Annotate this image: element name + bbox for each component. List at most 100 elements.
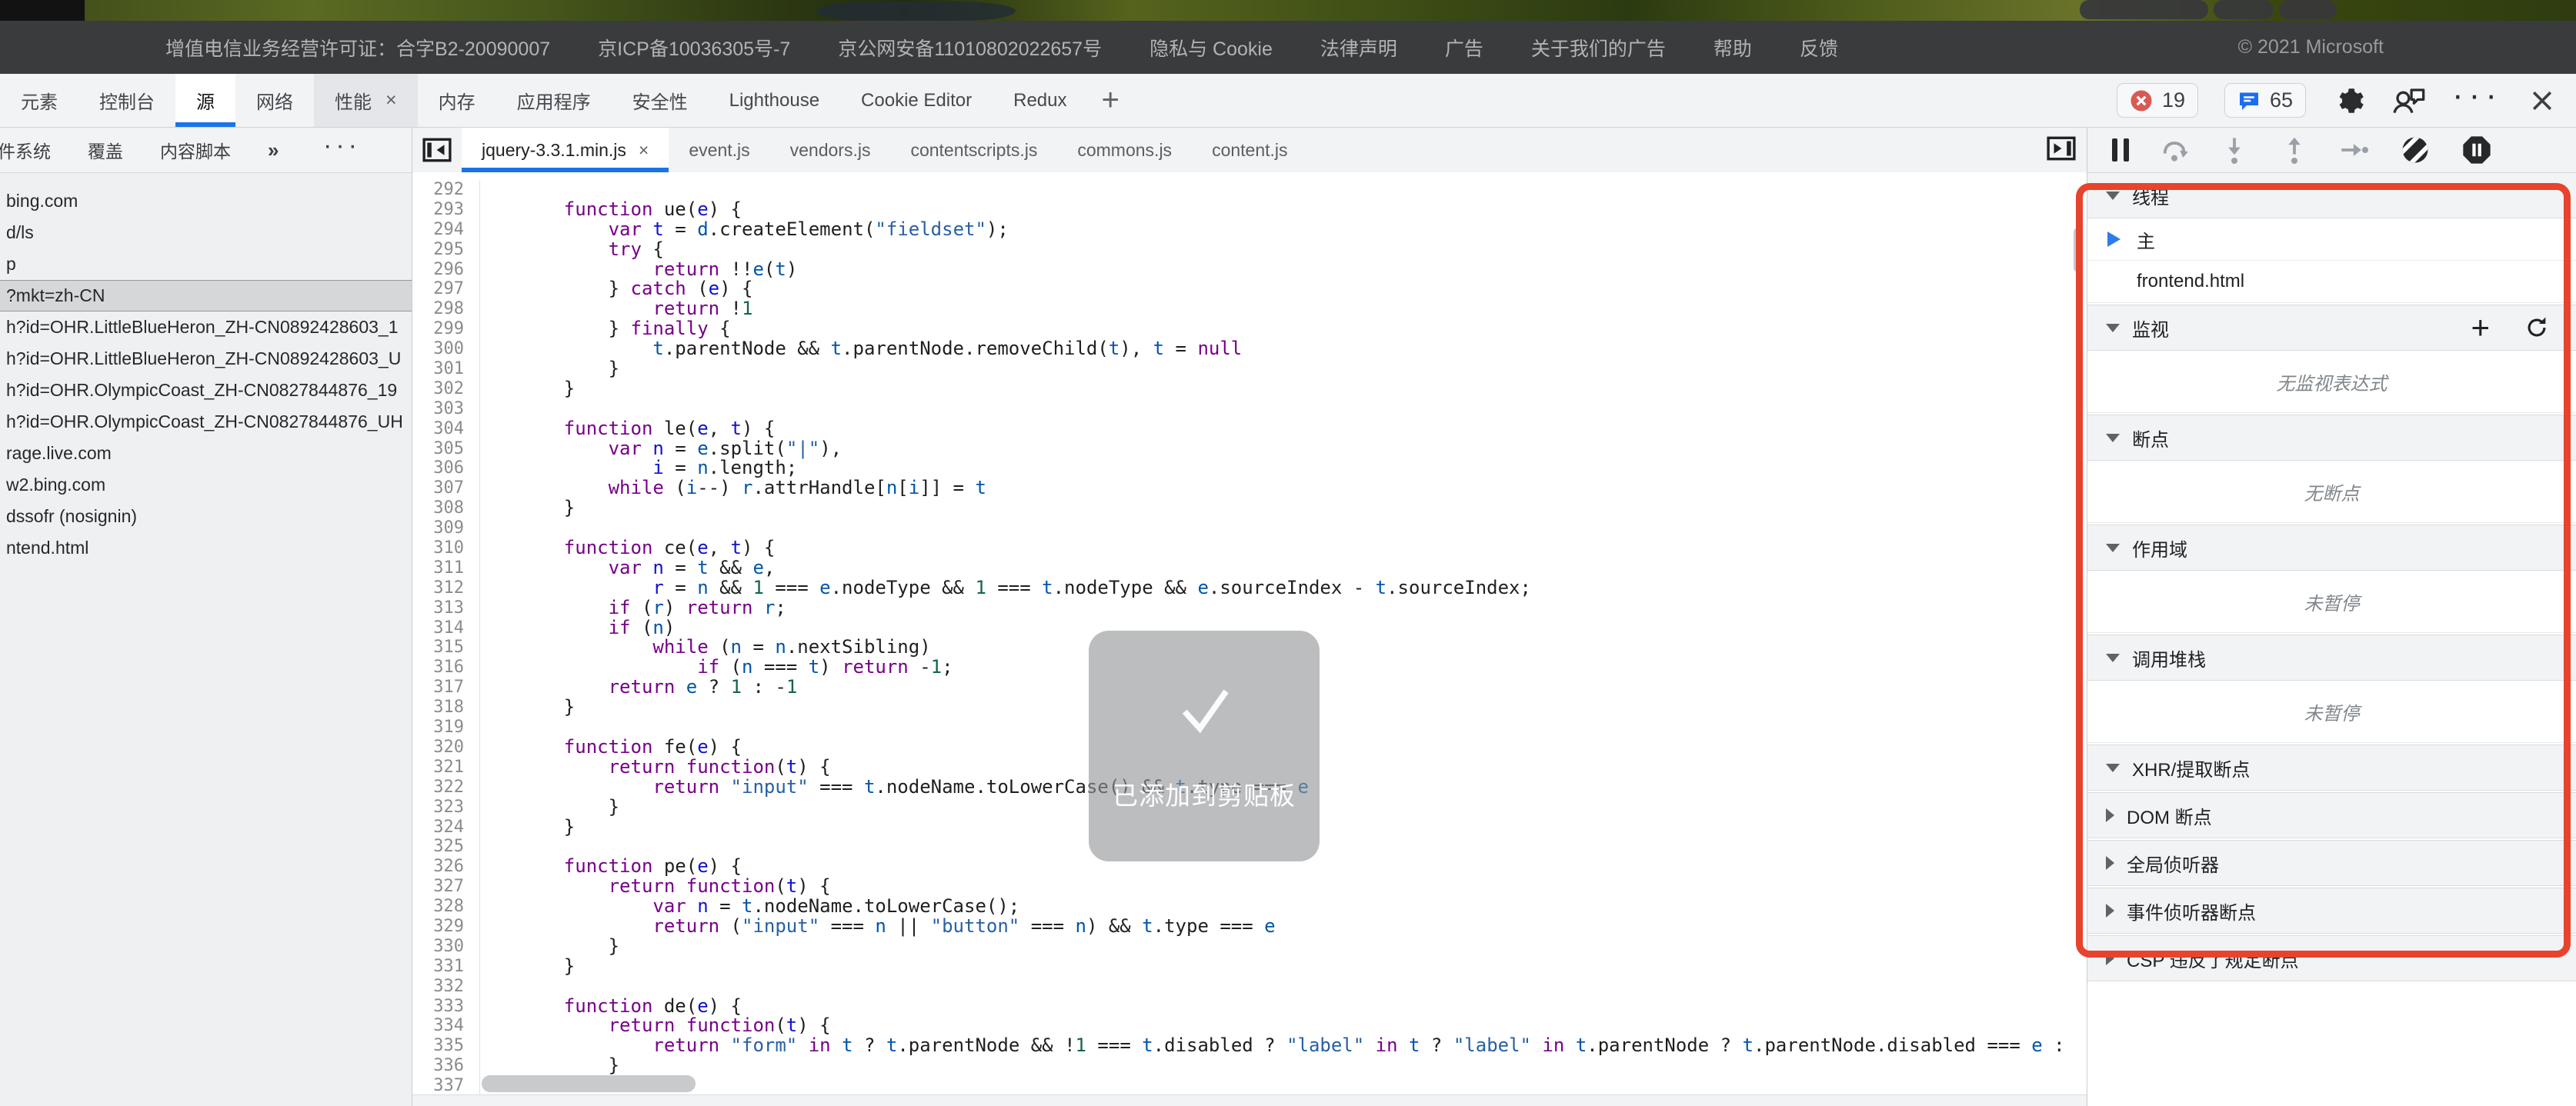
editor-tab-content[interactable]: content.js xyxy=(1192,128,1307,172)
tab-security[interactable]: 安全性 xyxy=(612,74,709,127)
line-number[interactable]: 325 xyxy=(412,837,480,857)
vertical-scrollbar[interactable] xyxy=(2074,228,2083,272)
line-number[interactable]: 311 xyxy=(412,558,480,578)
file-item[interactable]: h?id=OHR.OlympicCoast_ZH-CN0827844876_19 xyxy=(0,375,412,406)
line-number[interactable]: 335 xyxy=(412,1036,480,1056)
navigator-tab-overrides[interactable]: 覆盖 xyxy=(88,137,123,163)
file-item[interactable]: d/ls xyxy=(0,217,412,248)
tab-redux[interactable]: Redux xyxy=(993,74,1087,127)
editor-tab-contentscripts[interactable]: contentscripts.js xyxy=(890,128,1057,172)
line-number[interactable]: 314 xyxy=(412,618,480,638)
line-number[interactable]: 319 xyxy=(412,718,480,738)
line-number[interactable]: 334 xyxy=(412,1016,480,1036)
line-number[interactable]: 294 xyxy=(412,220,480,240)
line-number[interactable]: 317 xyxy=(412,678,480,698)
line-number[interactable]: 320 xyxy=(412,738,480,758)
tab-sources[interactable]: 源 xyxy=(175,74,235,127)
line-number[interactable]: 303 xyxy=(412,399,480,419)
section-header-csp-violation-breakpoints[interactable]: CSP 违反了规定断点 xyxy=(2087,935,2576,981)
file-item[interactable]: h?id=OHR.LittleBlueHeron_ZH-CN0892428603… xyxy=(0,343,412,375)
tab-performance[interactable]: 性能 × xyxy=(314,74,418,127)
watch-add-icon[interactable]: + xyxy=(2471,316,2490,339)
editor-tab-event[interactable]: event.js xyxy=(669,128,769,172)
watch-refresh-icon[interactable] xyxy=(2524,315,2550,341)
tab-application[interactable]: 应用程序 xyxy=(496,74,612,127)
section-header-event-listener-breakpoints[interactable]: 事件侦听器断点 xyxy=(2087,888,2576,934)
tab-cookie-editor[interactable]: Cookie Editor xyxy=(840,74,993,127)
line-number[interactable]: 337 xyxy=(412,1076,480,1095)
thread-item[interactable]: 主 xyxy=(2087,218,2576,261)
line-number[interactable]: 324 xyxy=(412,818,480,838)
feedback-person-icon[interactable] xyxy=(2391,85,2426,116)
line-number[interactable]: 316 xyxy=(412,658,480,678)
navigator-more-icon[interactable]: ··· xyxy=(323,140,361,160)
line-number[interactable]: 297 xyxy=(412,279,480,299)
navigator-tab-filesystem[interactable]: 文件系统 xyxy=(0,137,51,163)
footer-link-legal[interactable]: 法律声明 xyxy=(1320,34,1397,62)
footer-link-help[interactable]: 帮助 xyxy=(1713,34,1752,62)
line-number[interactable]: 327 xyxy=(412,877,480,897)
section-header-threads[interactable]: 线程 xyxy=(2087,173,2576,218)
add-tab-button[interactable]: + xyxy=(1088,74,1133,127)
file-item[interactable]: bing.com xyxy=(0,185,412,217)
file-item[interactable]: h?id=OHR.LittleBlueHeron_ZH-CN0892428603… xyxy=(0,311,412,343)
page-button[interactable] xyxy=(2279,0,2337,19)
navigator-tab-content-scripts[interactable]: 内容脚本 xyxy=(160,137,231,163)
footer-link-ads[interactable]: 广告 xyxy=(1445,34,1483,62)
line-number[interactable]: 315 xyxy=(412,638,480,658)
tab-network[interactable]: 网络 xyxy=(235,74,314,127)
line-number[interactable]: 333 xyxy=(412,997,480,1017)
line-number[interactable]: 293 xyxy=(412,200,480,220)
close-icon[interactable]: × xyxy=(385,89,397,112)
file-item[interactable]: w2.bing.com xyxy=(0,469,412,501)
line-number[interactable]: 328 xyxy=(412,897,480,917)
file-item[interactable]: rage.live.com xyxy=(0,438,412,469)
close-devtools-icon[interactable] xyxy=(2528,87,2556,115)
line-number[interactable]: 301 xyxy=(412,359,480,379)
more-options-icon[interactable]: ··· xyxy=(2452,88,2502,114)
error-count-badge[interactable]: 19 xyxy=(2117,83,2198,118)
line-number[interactable]: 295 xyxy=(412,240,480,260)
file-item[interactable]: p xyxy=(0,248,412,280)
horizontal-scrollbar[interactable] xyxy=(482,1075,696,1092)
file-item[interactable]: ?mkt=zh-CN xyxy=(0,280,412,311)
thread-item[interactable]: frontend.html xyxy=(2087,261,2576,303)
hide-navigator-icon[interactable] xyxy=(412,128,462,172)
section-header-scope[interactable]: 作用域 xyxy=(2087,525,2576,571)
line-number[interactable]: 313 xyxy=(412,598,480,618)
deactivate-breakpoints-icon[interactable] xyxy=(2400,135,2431,165)
section-header-dom-breakpoints[interactable]: DOM 断点 xyxy=(2087,792,2576,838)
line-number[interactable]: 323 xyxy=(412,798,480,818)
footer-link-privacy[interactable]: 隐私与 Cookie xyxy=(1150,34,1273,62)
line-number[interactable]: 300 xyxy=(412,339,480,359)
editor-tab-vendors[interactable]: vendors.js xyxy=(770,128,891,172)
line-number[interactable]: 322 xyxy=(412,778,480,798)
line-number[interactable]: 332 xyxy=(412,977,480,997)
page-button[interactable] xyxy=(2080,0,2208,19)
line-number[interactable]: 299 xyxy=(412,319,480,339)
tab-lighthouse[interactable]: Lighthouse xyxy=(709,74,840,127)
file-item[interactable]: dssofr (nosignin) xyxy=(0,501,412,532)
step-into-icon[interactable] xyxy=(2220,135,2249,165)
section-header-global-listeners[interactable]: 全局侦听器 xyxy=(2087,840,2576,886)
file-item[interactable]: ntend.html xyxy=(0,532,412,564)
editor-tab-jquery[interactable]: jquery-3.3.1.min.js × xyxy=(462,128,669,172)
section-header-call-stack[interactable]: 调用堆栈 xyxy=(2087,635,2576,681)
tab-memory[interactable]: 内存 xyxy=(418,74,496,127)
line-number[interactable]: 309 xyxy=(412,518,480,538)
section-header-xhr-breakpoints[interactable]: XHR/提取断点 xyxy=(2087,745,2576,791)
settings-gear-icon[interactable] xyxy=(2332,85,2364,117)
line-number[interactable]: 330 xyxy=(412,937,480,957)
line-number[interactable]: 292 xyxy=(412,180,480,200)
close-icon[interactable]: × xyxy=(639,140,649,161)
line-number[interactable]: 296 xyxy=(412,260,480,280)
tab-console[interactable]: 控制台 xyxy=(78,74,175,127)
line-number[interactable]: 307 xyxy=(412,478,480,498)
footer-link-feedback[interactable]: 反馈 xyxy=(1800,34,1838,62)
pause-script-icon[interactable] xyxy=(2112,138,2129,162)
line-number[interactable]: 331 xyxy=(412,957,480,977)
section-header-breakpoints[interactable]: 断点 xyxy=(2087,415,2576,461)
section-header-watch[interactable]: 监视+ xyxy=(2087,305,2576,351)
hide-debugger-panel-icon[interactable] xyxy=(2047,135,2076,165)
line-number[interactable]: 321 xyxy=(412,758,480,778)
